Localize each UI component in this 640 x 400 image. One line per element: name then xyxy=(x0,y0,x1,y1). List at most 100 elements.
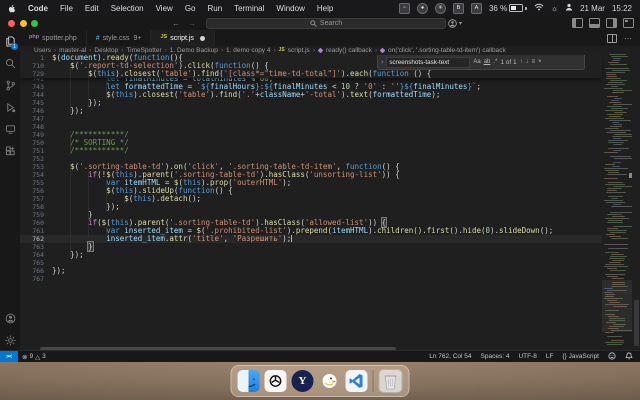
sticky-line[interactable]: 729 $(this).closest('table').find('[clas… xyxy=(20,70,602,78)
feedback-icon[interactable] xyxy=(608,352,616,362)
line-number[interactable]: 746 xyxy=(20,107,44,115)
editor-line[interactable]: 746 }); xyxy=(20,107,602,115)
tab-script-js[interactable]: JS script.js xyxy=(151,30,214,46)
line-number[interactable]: 745 xyxy=(20,99,44,107)
line-number[interactable]: 754 xyxy=(20,171,44,179)
unsaved-changes-dot[interactable] xyxy=(200,36,205,41)
apple-icon[interactable] xyxy=(8,4,16,13)
input-source-icon[interactable]: A xyxy=(471,3,482,14)
line-number[interactable]: 766 xyxy=(20,267,44,275)
previous-match-button[interactable]: ↑ xyxy=(520,59,523,65)
next-match-button[interactable]: ↓ xyxy=(526,59,529,65)
vertical-scrollbar-thumb[interactable] xyxy=(634,300,639,346)
menu-item-edit[interactable]: Edit xyxy=(85,4,99,13)
line-number[interactable]: 750 xyxy=(20,139,44,147)
line-number[interactable]: 758 xyxy=(20,203,44,211)
editor-line[interactable]: 766}); xyxy=(20,267,602,275)
editor-line[interactable]: 767 xyxy=(20,275,602,283)
find-input[interactable] xyxy=(386,57,470,68)
dock-finder-icon[interactable] xyxy=(238,370,260,392)
dock-yandex-browser-icon[interactable]: Y xyxy=(292,370,314,392)
menubar-app-icon-3[interactable]: ✳ xyxy=(435,3,446,14)
command-center-search[interactable]: Search xyxy=(206,18,446,29)
editor-line[interactable]: 751 /***********/ xyxy=(20,147,602,155)
editor-line[interactable]: 765 xyxy=(20,259,602,267)
menu-item-window[interactable]: Window xyxy=(276,4,304,13)
weather-icon[interactable]: ☼ xyxy=(551,4,558,13)
line-number[interactable]: 1 xyxy=(20,54,44,62)
line-number[interactable]: 753 xyxy=(20,163,44,171)
line-number[interactable]: 755 xyxy=(20,179,44,187)
menu-item-help[interactable]: Help xyxy=(317,4,333,13)
menu-bar-clock[interactable]: 15:22 xyxy=(612,4,632,13)
breadcrumb-item[interactable]: Users xyxy=(34,47,51,54)
tab-spotter-php[interactable]: php spotter.php xyxy=(20,30,87,46)
line-number[interactable]: 756 xyxy=(20,187,44,195)
language-mode[interactable]: {} JavaScript xyxy=(562,353,599,360)
search-view-button[interactable] xyxy=(0,52,20,74)
editor-line[interactable]: 758 }); xyxy=(20,203,602,211)
toggle-replace-button[interactable]: › xyxy=(381,59,383,66)
menubar-app-badge[interactable]: B xyxy=(453,3,464,14)
line-number[interactable]: 752 xyxy=(20,155,44,163)
whole-word-button[interactable]: ab xyxy=(484,59,491,65)
account-menu-button[interactable]: ▾ xyxy=(448,16,462,30)
split-editor-button[interactable] xyxy=(607,34,617,43)
close-window-button[interactable] xyxy=(8,20,15,27)
code-editor[interactable]: 742 let finalMinutes = totalMinutes % 60… xyxy=(20,54,640,346)
eol-setting[interactable]: LF xyxy=(546,353,554,360)
breadcrumb-item[interactable]: on('click', '.sorting-table-td-item') ca… xyxy=(388,47,506,54)
zoom-window-button[interactable] xyxy=(31,20,38,27)
menu-item-run[interactable]: Run xyxy=(207,4,222,13)
battery-indicator[interactable]: 36 % xyxy=(489,4,527,13)
menubar-app-icon-2[interactable]: ● xyxy=(417,3,428,14)
line-number[interactable]: 761 xyxy=(20,227,44,235)
encoding-setting[interactable]: UTF-8 xyxy=(518,353,536,360)
minimize-window-button[interactable] xyxy=(20,20,27,27)
line-number[interactable]: 743 xyxy=(20,83,44,91)
line-number[interactable]: 767 xyxy=(20,275,44,283)
remote-explorer-view-button[interactable] xyxy=(0,118,20,140)
manage-settings-button[interactable] xyxy=(0,329,20,351)
breadcrumb-item[interactable]: TimeSpotter xyxy=(126,47,161,54)
line-number[interactable]: 748 xyxy=(20,123,44,131)
tab-style-css[interactable]: # style.css 9+ xyxy=(87,30,152,46)
customize-layout-button[interactable] xyxy=(623,18,634,28)
breadcrumb-item[interactable]: 1. Demo Backup xyxy=(170,47,218,54)
toggle-primary-sidebar-button[interactable] xyxy=(572,18,583,28)
line-number[interactable]: 749 xyxy=(20,131,44,139)
breadcrumb-item[interactable]: ready() callback xyxy=(326,47,372,54)
menu-item-view[interactable]: View xyxy=(156,4,173,13)
minimap[interactable] xyxy=(602,54,632,346)
dock-vscode-icon[interactable] xyxy=(346,370,368,392)
line-number[interactable]: 760 xyxy=(20,219,44,227)
vertical-scrollbar[interactable] xyxy=(633,54,640,346)
line-number[interactable]: 763 xyxy=(20,243,44,251)
indentation-setting[interactable]: Spaces: 4 xyxy=(481,353,510,360)
close-find-button[interactable]: × xyxy=(538,59,542,65)
line-number[interactable]: 757 xyxy=(20,195,44,203)
breadcrumb-item[interactable]: script.js xyxy=(288,47,310,54)
run-debug-view-button[interactable] xyxy=(0,96,20,118)
editor-line[interactable]: 764 }); xyxy=(20,251,602,259)
wifi-icon[interactable] xyxy=(534,3,544,13)
problems-indicator[interactable]: ⊗ 9 △ 3 xyxy=(18,353,50,361)
remote-indicator[interactable]: >< xyxy=(0,351,18,362)
go-back-button[interactable]: ← xyxy=(172,19,180,28)
cursor-position[interactable]: Ln 762, Col 54 xyxy=(429,353,471,360)
line-number[interactable]: 744 xyxy=(20,91,44,99)
dock-chatgpt-icon[interactable] xyxy=(265,370,287,392)
user-icon[interactable] xyxy=(565,3,573,13)
menu-item-terminal[interactable]: Terminal xyxy=(234,4,264,13)
line-number[interactable]: 729 xyxy=(20,70,44,78)
breadcrumb-item[interactable]: Desktop xyxy=(94,47,118,54)
line-number[interactable]: 765 xyxy=(20,259,44,267)
go-forward-button[interactable]: → xyxy=(188,19,196,28)
menu-item-go[interactable]: Go xyxy=(185,4,196,13)
toggle-secondary-sidebar-button[interactable] xyxy=(606,18,617,28)
breadcrumb-item[interactable]: 1. demo copy 4 xyxy=(226,47,270,54)
find-in-selection-button[interactable]: ≡ xyxy=(532,59,536,65)
notifications-bell-icon[interactable] xyxy=(625,352,633,362)
regex-button[interactable]: .* xyxy=(493,59,497,65)
line-number[interactable]: 747 xyxy=(20,115,44,123)
